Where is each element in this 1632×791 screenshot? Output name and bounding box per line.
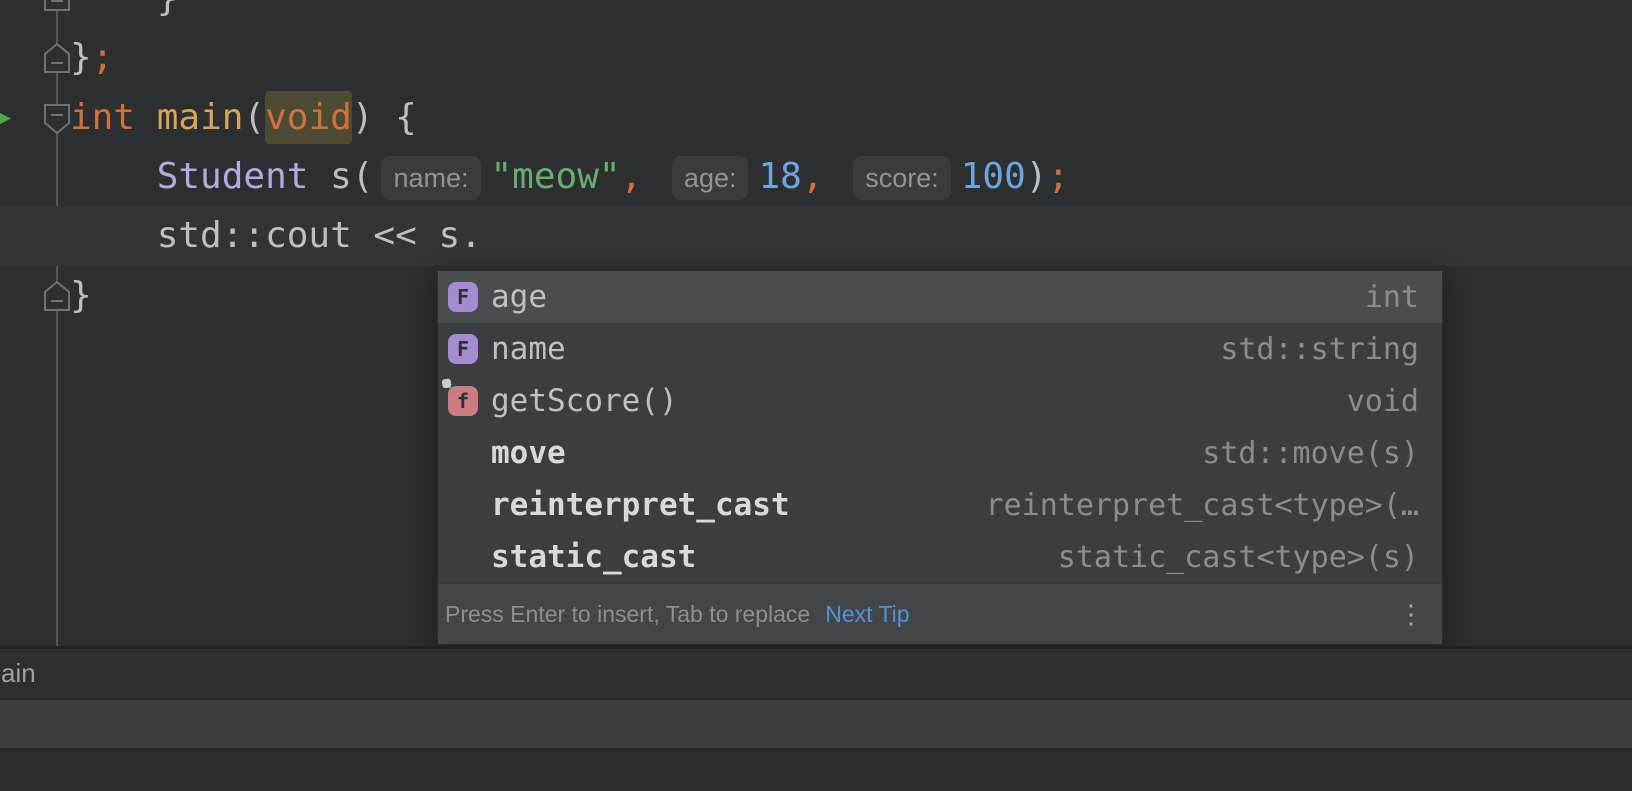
run-arrow-icon[interactable] [0, 109, 12, 128]
parameter-hint: name: [381, 156, 480, 200]
code-line[interactable]: int main(void) { [70, 88, 417, 147]
ide-window: }};int main(void) { Student s(name:"meow… [0, 0, 1632, 791]
code-token [642, 156, 664, 197]
code-token: ; [1047, 156, 1069, 197]
none [448, 438, 478, 468]
tool-window-band [0, 700, 1632, 748]
completion-item-label: name [491, 331, 566, 367]
completion-popup: FageintFnamestd::stringfgetScore()voidmo… [437, 270, 1443, 645]
code-token: ) { [352, 97, 417, 138]
completion-list: FageintFnamestd::stringfgetScore()voidmo… [438, 271, 1442, 583]
none [448, 490, 478, 520]
breadcrumb-bar: ain [0, 646, 1632, 700]
gutter-fold-line [56, 0, 58, 646]
fold-end-icon[interactable] [44, 281, 70, 311]
highlighted-token: void [265, 97, 352, 138]
code-token: 18 [758, 156, 801, 197]
code-token: 100 [961, 156, 1026, 197]
completion-item[interactable]: Fname std::string [438, 323, 1442, 375]
completion-item[interactable]: static_cast static_cast<type>(s) [438, 531, 1442, 583]
fold-end-partial-icon[interactable] [44, 0, 70, 11]
completion-hint-text: Press Enter to insert, Tab to replace [445, 601, 810, 628]
code-token [70, 156, 157, 197]
function-icon: f [448, 386, 478, 416]
more-options-icon[interactable]: ⋮ [1398, 601, 1424, 627]
code-token: std::cout << s. [70, 215, 482, 256]
code-token: ) [1026, 156, 1048, 197]
code-token: , [802, 156, 824, 197]
completion-footer: Press Enter to insert, Tab to replace Ne… [438, 583, 1442, 644]
status-band [0, 748, 1632, 791]
next-tip-link[interactable]: Next Tip [825, 601, 909, 628]
code-token: , [621, 156, 643, 197]
breadcrumb[interactable]: ain [1, 658, 36, 689]
completion-item-label: age [491, 279, 547, 315]
completion-item-label: getScore() [491, 383, 678, 419]
code-token: s( [308, 156, 373, 197]
code-token: Student [157, 156, 309, 197]
completion-item-label: move [491, 435, 566, 471]
completion-item[interactable]: reinterpret_cast reinterpret_cast<type>(… [438, 479, 1442, 531]
code-token: } [70, 0, 178, 19]
code-line[interactable]: std::cout << s. [70, 206, 482, 265]
completion-item-type: std::string [1220, 332, 1442, 367]
completion-item-type: static_cast<type>(s) [1058, 540, 1442, 575]
none [448, 542, 478, 572]
code-line[interactable]: }; [70, 28, 113, 87]
code-token: ( [243, 97, 265, 138]
completion-item-type: reinterpret_cast<type>(… [986, 488, 1442, 523]
completion-item-label: static_cast [491, 539, 696, 575]
code-token: int [70, 97, 135, 138]
completion-item-label: reinterpret_cast [491, 487, 790, 523]
field-icon: F [448, 334, 478, 364]
fold-start-icon[interactable] [44, 104, 70, 134]
code-line[interactable]: Student s(name: "meow", age:18, score:100… [70, 147, 1069, 206]
pin-icon [440, 377, 458, 395]
code-token: "meow" [491, 156, 621, 197]
completion-item-type: void [1347, 384, 1442, 419]
code-line[interactable]: } [70, 0, 178, 28]
code-token [135, 97, 157, 138]
field-icon: F [448, 282, 478, 312]
fold-end-icon[interactable] [44, 43, 70, 73]
code-token: } [70, 37, 92, 78]
parameter-hint: age: [672, 156, 749, 200]
completion-item[interactable]: move std::move(s) [438, 427, 1442, 479]
completion-item[interactable]: f getScore() void [438, 375, 1442, 427]
code-token: main [157, 97, 244, 138]
code-token: } [70, 275, 92, 316]
code-line[interactable]: } [70, 266, 92, 325]
parameter-hint: score: [853, 156, 951, 200]
code-token [824, 156, 846, 197]
completion-item[interactable]: Fage int [438, 271, 1442, 323]
completion-item-type: int [1365, 280, 1442, 315]
code-token: ; [92, 37, 114, 78]
completion-item-type: std::move(s) [1202, 436, 1442, 471]
